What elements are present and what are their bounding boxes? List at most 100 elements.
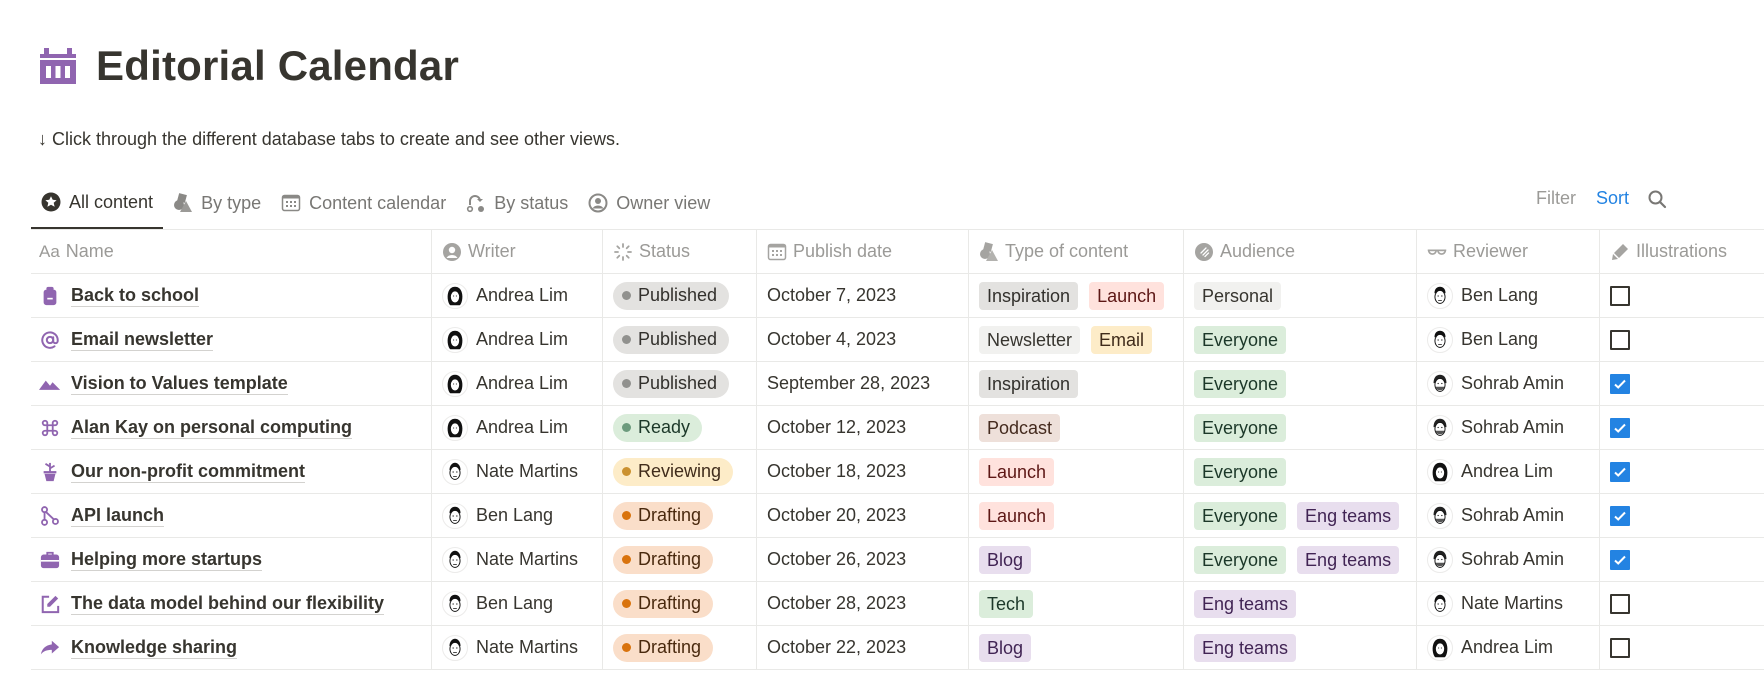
page-link[interactable]: Helping more startups — [71, 548, 263, 571]
table-row[interactable]: Alan Kay on personal computing Andrea Li… — [31, 406, 1764, 450]
page-link[interactable]: Back to school — [71, 284, 200, 307]
audience-cell[interactable]: Everyone — [1184, 362, 1417, 405]
reviewer-cell[interactable]: Ben Lang — [1417, 274, 1600, 317]
column-header-status[interactable]: Status — [603, 230, 757, 273]
table-row[interactable]: Helping more startups Nate Martins Draft… — [31, 538, 1764, 582]
publish-date-cell[interactable]: September 28, 2023 — [757, 362, 969, 405]
audience-cell[interactable]: Eng teams — [1184, 582, 1417, 625]
writer-cell[interactable]: Andrea Lim — [432, 406, 603, 449]
reviewer-cell[interactable]: Andrea Lim — [1417, 450, 1600, 493]
audience-cell[interactable]: Personal — [1184, 274, 1417, 317]
type-cell[interactable]: Blog — [969, 538, 1184, 581]
status-cell[interactable]: Reviewing — [603, 450, 757, 493]
type-cell[interactable]: Podcast — [969, 406, 1184, 449]
publish-date-cell[interactable]: October 26, 2023 — [757, 538, 969, 581]
column-header-writer[interactable]: Writer — [432, 230, 603, 273]
writer-cell[interactable]: Nate Martins — [432, 450, 603, 493]
illustrations-checkbox[interactable] — [1610, 549, 1630, 570]
table-row[interactable]: API launch Ben Lang Drafting October 20,… — [31, 494, 1764, 538]
reviewer-cell[interactable]: Sohrab Amin — [1417, 362, 1600, 405]
type-cell[interactable]: Blog — [969, 626, 1184, 669]
search-icon[interactable] — [1647, 189, 1667, 209]
name-cell[interactable]: Email newsletter — [31, 318, 432, 361]
status-cell[interactable]: Published — [603, 362, 757, 405]
status-cell[interactable]: Drafting — [603, 626, 757, 669]
publish-date-cell[interactable]: October 28, 2023 — [757, 582, 969, 625]
writer-cell[interactable]: Andrea Lim — [432, 274, 603, 317]
publish-date-cell[interactable]: October 7, 2023 — [757, 274, 969, 317]
name-cell[interactable]: Knowledge sharing — [31, 626, 432, 669]
page-link[interactable]: Knowledge sharing — [71, 636, 238, 659]
column-header-illustrations[interactable]: Illustrations — [1600, 230, 1764, 273]
page-link[interactable]: The data model behind our flexibility — [71, 592, 385, 615]
audience-cell[interactable]: Everyone — [1184, 406, 1417, 449]
column-header-type-of-content[interactable]: Type of content — [969, 230, 1184, 273]
tab-owner-view[interactable]: Owner view — [578, 186, 720, 220]
writer-cell[interactable]: Andrea Lim — [432, 318, 603, 361]
type-cell[interactable]: Newsletter Email — [969, 318, 1184, 361]
status-cell[interactable]: Ready — [603, 406, 757, 449]
page-link[interactable]: API launch — [71, 504, 165, 527]
sort-button[interactable]: Sort — [1596, 188, 1629, 209]
reviewer-cell[interactable]: Ben Lang — [1417, 318, 1600, 361]
status-cell[interactable]: Published — [603, 274, 757, 317]
illustrations-checkbox[interactable] — [1610, 593, 1630, 614]
table-row[interactable]: Knowledge sharing Nate Martins Drafting … — [31, 626, 1764, 670]
table-row[interactable]: Vision to Values template Andrea Lim Pub… — [31, 362, 1764, 406]
calendar-icon[interactable] — [38, 46, 78, 86]
table-row[interactable]: Email newsletter Andrea Lim Published Oc… — [31, 318, 1764, 362]
tab-content-calendar[interactable]: Content calendar — [271, 186, 456, 220]
audience-cell[interactable]: Everyone Eng teams — [1184, 538, 1417, 581]
publish-date-cell[interactable]: October 4, 2023 — [757, 318, 969, 361]
audience-cell[interactable]: Everyone — [1184, 318, 1417, 361]
name-cell[interactable]: Alan Kay on personal computing — [31, 406, 432, 449]
publish-date-cell[interactable]: October 20, 2023 — [757, 494, 969, 537]
writer-cell[interactable]: Ben Lang — [432, 494, 603, 537]
page-link[interactable]: Email newsletter — [71, 328, 214, 351]
type-cell[interactable]: Inspiration Launch — [969, 274, 1184, 317]
publish-date-cell[interactable]: October 22, 2023 — [757, 626, 969, 669]
tab-by-status[interactable]: By status — [456, 186, 578, 220]
name-cell[interactable]: The data model behind our flexibility — [31, 582, 432, 625]
illustrations-checkbox[interactable] — [1610, 505, 1630, 526]
illustrations-checkbox[interactable] — [1610, 417, 1630, 438]
writer-cell[interactable]: Nate Martins — [432, 538, 603, 581]
name-cell[interactable]: Our non-profit commitment — [31, 450, 432, 493]
reviewer-cell[interactable]: Nate Martins — [1417, 582, 1600, 625]
audience-cell[interactable]: Everyone — [1184, 450, 1417, 493]
type-cell[interactable]: Launch — [969, 450, 1184, 493]
page-link[interactable]: Our non-profit commitment — [71, 460, 305, 483]
reviewer-cell[interactable]: Andrea Lim — [1417, 626, 1600, 669]
table-row[interactable]: The data model behind our flexibility Be… — [31, 582, 1764, 626]
column-header-name[interactable]: Aa Name — [31, 230, 432, 273]
writer-cell[interactable]: Nate Martins — [432, 626, 603, 669]
column-header-reviewer[interactable]: Reviewer — [1417, 230, 1600, 273]
reviewer-cell[interactable]: Sohrab Amin — [1417, 406, 1600, 449]
name-cell[interactable]: API launch — [31, 494, 432, 537]
reviewer-cell[interactable]: Sohrab Amin — [1417, 494, 1600, 537]
name-cell[interactable]: Vision to Values template — [31, 362, 432, 405]
status-cell[interactable]: Drafting — [603, 582, 757, 625]
status-cell[interactable]: Drafting — [603, 494, 757, 537]
tab-all-content[interactable]: All content — [31, 186, 164, 229]
type-cell[interactable]: Launch — [969, 494, 1184, 537]
illustrations-checkbox[interactable] — [1610, 373, 1630, 394]
writer-cell[interactable]: Ben Lang — [432, 582, 603, 625]
reviewer-cell[interactable]: Sohrab Amin — [1417, 538, 1600, 581]
name-cell[interactable]: Helping more startups — [31, 538, 432, 581]
column-header-audience[interactable]: Audience — [1184, 230, 1417, 273]
publish-date-cell[interactable]: October 12, 2023 — [757, 406, 969, 449]
page-link[interactable]: Vision to Values template — [71, 372, 288, 395]
table-row[interactable]: Our non-profit commitment Nate Martins R… — [31, 450, 1764, 494]
type-cell[interactable]: Inspiration — [969, 362, 1184, 405]
writer-cell[interactable]: Andrea Lim — [432, 362, 603, 405]
filter-button[interactable]: Filter — [1536, 188, 1576, 209]
name-cell[interactable]: Back to school — [31, 274, 432, 317]
publish-date-cell[interactable]: October 18, 2023 — [757, 450, 969, 493]
page-link[interactable]: Alan Kay on personal computing — [71, 416, 353, 439]
illustrations-checkbox[interactable] — [1610, 329, 1630, 350]
status-cell[interactable]: Published — [603, 318, 757, 361]
column-header-publish-date[interactable]: Publish date — [757, 230, 969, 273]
tab-by-type[interactable]: By type — [163, 186, 271, 220]
audience-cell[interactable]: Eng teams — [1184, 626, 1417, 669]
